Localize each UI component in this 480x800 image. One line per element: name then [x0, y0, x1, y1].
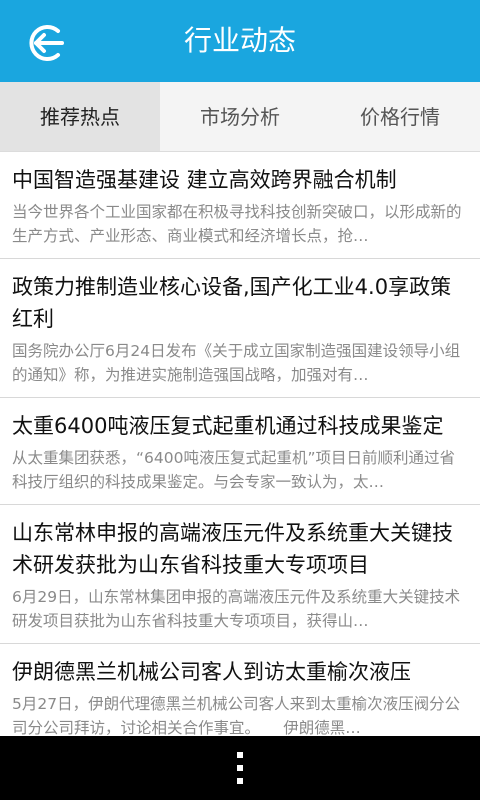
news-item[interactable]: 山东常林申报的高端液压元件及系统重大关键技术研发获批为山东省科技重大专项项目 6…	[0, 505, 480, 644]
news-item-title: 伊朗德黑兰机械公司客人到访太重榆次液压	[12, 660, 411, 684]
news-item-title: 山东常林申报的高端液压元件及系统重大关键技术研发获批为山东省科技重大专项项目	[12, 521, 453, 577]
tab-recommended[interactable]: 推荐热点	[0, 82, 160, 151]
news-item[interactable]: 伊朗德黑兰机械公司客人到访太重榆次液压 5月27日，伊朗代理德黑兰机械公司客人来…	[0, 644, 480, 751]
tab-market-analysis[interactable]: 市场分析	[160, 82, 320, 151]
news-item-summary: 当今世界各个工业国家都在积极寻找科技创新突破口，以形成新的生产方式、产业形态、商…	[12, 203, 462, 245]
back-button[interactable]	[24, 21, 68, 65]
news-list: 中国智造强基建设 建立高效跨界融合机制 当今世界各个工业国家都在积极寻找科技创新…	[0, 152, 480, 751]
menu-dot	[237, 765, 243, 771]
news-item-title: 政策力推制造业核心设备,国产化工业4.0享政策红利	[12, 275, 452, 331]
news-item[interactable]: 太重6400吨液压复式起重机通过科技成果鉴定 从太重集团获悉，“6400吨液压复…	[0, 398, 480, 505]
page-title: 行业动态	[183, 24, 296, 57]
news-item-summary: 5月27日，伊朗代理德黑兰机械公司客人来到太重榆次液压阀分公司分公司拜访，讨论相…	[12, 695, 461, 737]
news-item-summary: 6月29日，山东常林集团申报的高端液压元件及系统重大关键技术研发项目获批为山东省…	[12, 588, 461, 630]
overflow-menu-icon	[237, 752, 243, 758]
overflow-menu-button[interactable]	[226, 750, 254, 786]
news-item[interactable]: 政策力推制造业核心设备,国产化工业4.0享政策红利 国务院办公厅6月24日发布《…	[0, 259, 480, 398]
back-arrow-icon	[29, 25, 64, 61]
category-tabs: 推荐热点 市场分析 价格行情	[0, 82, 480, 152]
news-item[interactable]: 中国智造强基建设 建立高效跨界融合机制 当今世界各个工业国家都在积极寻找科技创新…	[0, 152, 480, 259]
news-item-title: 中国智造强基建设 建立高效跨界融合机制	[12, 168, 397, 192]
news-item-summary: 国务院办公厅6月24日发布《关于成立国家制造强国建设领导小组的通知》称，为推进实…	[12, 342, 461, 384]
menu-dot	[237, 778, 243, 784]
app-header: 行业动态	[0, 0, 480, 82]
system-nav-bar	[0, 736, 480, 800]
tab-price-quotes[interactable]: 价格行情	[320, 82, 480, 151]
news-item-summary: 从太重集团获悉，“6400吨液压复式起重机”项目日前顺利通过省科技厅组织的科技成…	[12, 449, 456, 491]
news-item-title: 太重6400吨液压复式起重机通过科技成果鉴定	[12, 414, 444, 438]
